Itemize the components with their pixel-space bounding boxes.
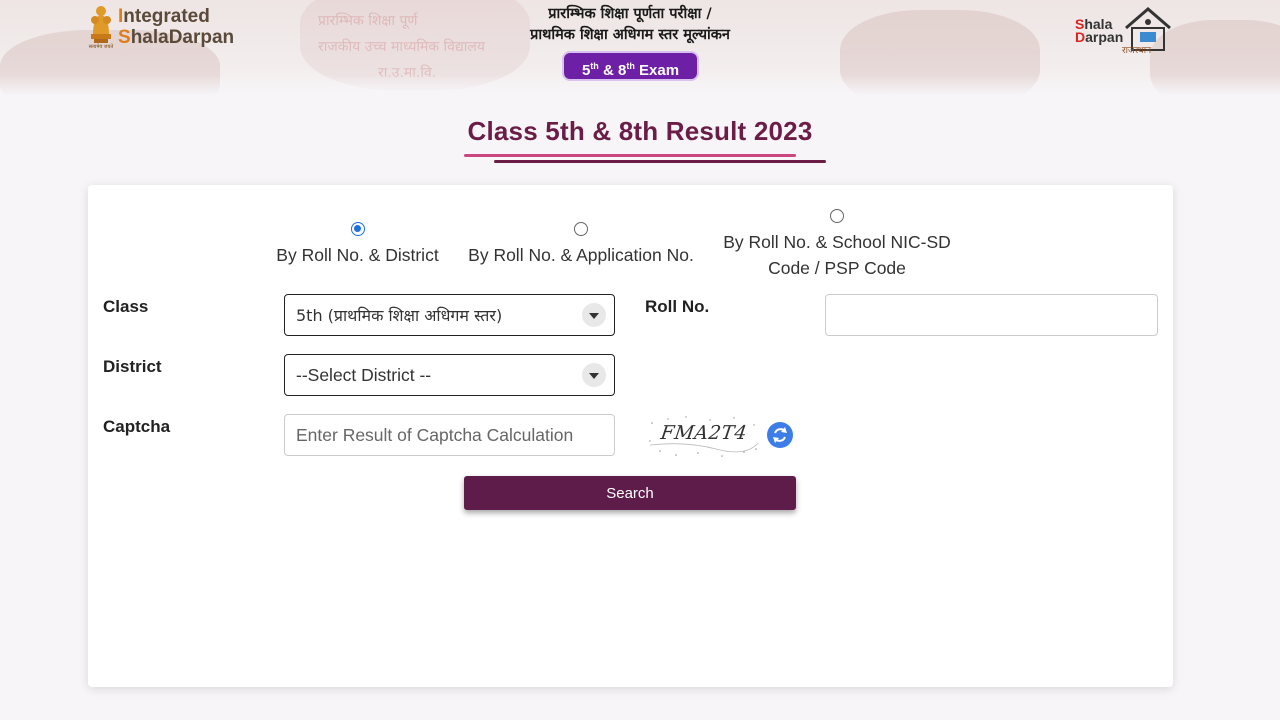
district-select[interactable]: --Select District -- [284,354,615,396]
integrated-shaladarpan-logo[interactable]: Integrated ShalaDarpan [118,6,234,48]
shala-darpan-logo[interactable]: Shala Darpan राजस्थान [1072,6,1176,56]
class-select[interactable]: 5th (प्राथमिक शिक्षा अधिगम स्तर) [284,294,615,336]
radio-roll-district[interactable]: By Roll No. & District [270,222,445,268]
refresh-captcha-button[interactable] [767,422,793,448]
emblem-caption: सत्यमेव जयते [88,44,114,50]
dropdown-arrow-icon[interactable] [582,303,606,327]
captcha-input[interactable] [284,414,615,456]
radio-roll-application[interactable]: By Roll No. & Application No. [456,222,706,268]
title-underline [464,154,796,157]
radio-roll-school-code[interactable]: By Roll No. & School NIC-SD Code / PSP C… [702,209,972,281]
captcha-text: FMA2T4 [659,422,749,444]
title-underline-secondary [494,160,826,163]
dropdown-arrow-icon[interactable] [582,363,606,387]
result-search-card: By Roll No. & District By Roll No. & App… [88,185,1173,687]
radio-button[interactable] [574,222,588,236]
exam-badge: 5th & 8th Exam [562,51,699,81]
roll-no-input[interactable] [825,294,1158,336]
refresh-icon [773,427,787,443]
captcha-label: Captcha [103,417,171,436]
exam-hindi-title: प्रारम्भिक शिक्षा पूर्णता परीक्षा / प्रा… [530,6,730,43]
radio-button-checked[interactable] [350,222,365,236]
roll-no-label: Roll No. [645,297,710,316]
search-button[interactable]: Search [464,476,796,510]
shala-darpan-subtext: राजस्थान [1122,46,1152,56]
class-label: Class [103,297,149,316]
page-title: Class 5th & 8th Result 2023 [467,116,813,146]
captcha-image: FMA2T4 [646,411,762,461]
shala-darpan-text: Shala Darpan [1075,16,1124,45]
national-emblem-icon: सत्यमेव जयते [88,4,114,52]
district-label: District [103,357,162,376]
radio-button[interactable] [830,209,844,223]
